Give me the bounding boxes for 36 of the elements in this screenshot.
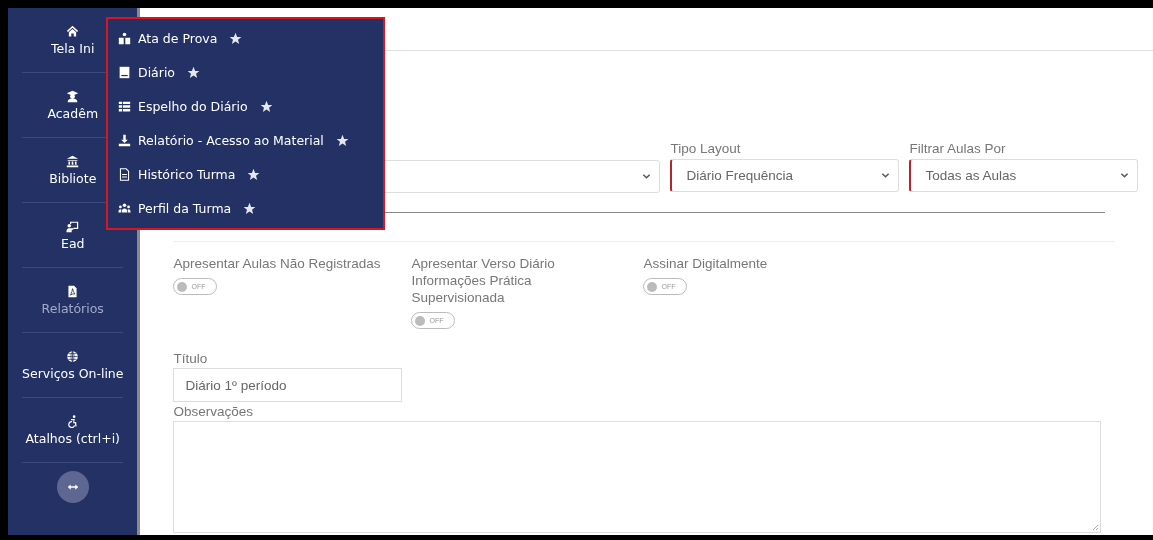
sidebar-item[interactable]: Atalhos (ctrl+i) — [22, 398, 124, 463]
star-icon[interactable] — [229, 31, 243, 45]
toggle-label: Assinar Digitalmente — [643, 255, 768, 272]
star-icon[interactable] — [187, 65, 201, 79]
pdf-file-icon — [66, 284, 80, 298]
gift-icon — [118, 31, 131, 45]
select-field[interactable]: Todas as Aulas — [909, 159, 1139, 192]
sidebar-item[interactable]: Relatórios — [22, 268, 124, 333]
chevron-down-icon — [881, 171, 891, 180]
field-label: Título — [173, 351, 209, 366]
resize-grip-icon — [1091, 523, 1100, 531]
field-label: Observações — [173, 404, 255, 419]
users-icon — [118, 202, 131, 216]
book-icon — [118, 65, 131, 79]
list-icon — [118, 99, 131, 113]
star-icon[interactable] — [259, 99, 273, 113]
star-icon[interactable] — [335, 134, 349, 148]
teacher-icon — [66, 219, 80, 233]
home-icon — [66, 24, 80, 38]
field-label: Tipo Layout — [670, 141, 742, 156]
chevron-down-icon — [1120, 171, 1130, 180]
download-icon — [118, 134, 131, 148]
file-icon — [118, 168, 131, 182]
field-label: Filtrar Aulas Por — [909, 141, 1007, 156]
graduate-icon — [66, 89, 80, 103]
sidebar-item[interactable]: Serviços On-line — [22, 333, 124, 398]
select-field[interactable]: Diário Frequência — [670, 159, 900, 192]
star-icon[interactable] — [243, 202, 257, 216]
toggle-label: Apresentar Verso Diário Informações Prática Supervisionada — [411, 255, 556, 306]
collapse-button[interactable] — [56, 471, 89, 503]
star-icon[interactable] — [247, 168, 261, 182]
toggle-label: Apresentar Aulas Não Registradas — [173, 255, 381, 272]
bank-icon — [66, 154, 80, 168]
chevron-down-icon — [642, 172, 652, 181]
title-input-field[interactable]: Diário 1º período — [173, 368, 403, 402]
globe-icon — [66, 349, 80, 363]
